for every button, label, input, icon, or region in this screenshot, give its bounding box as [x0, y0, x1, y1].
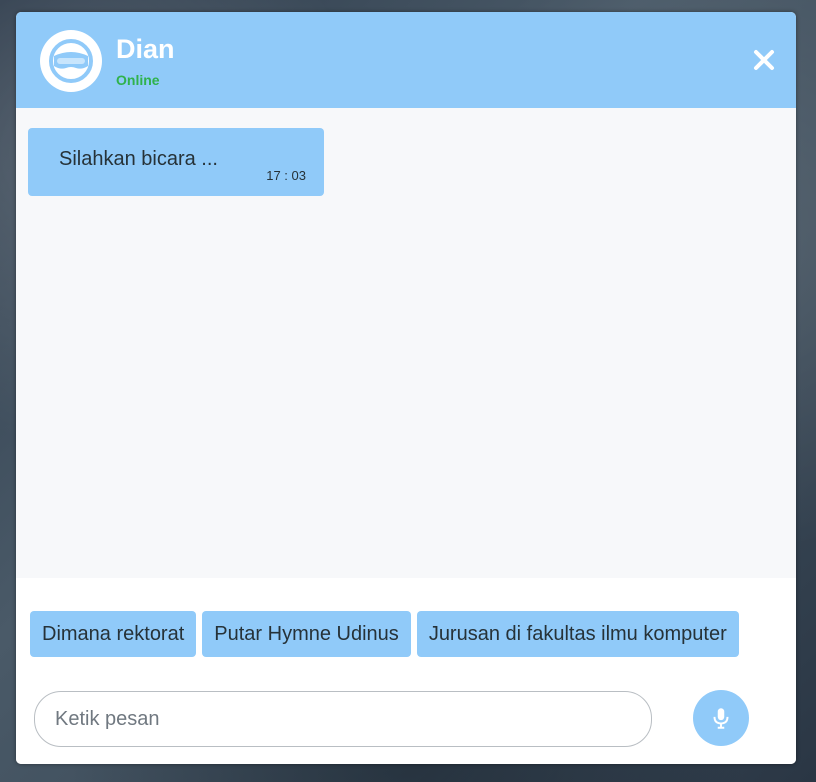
chat-header: Dian Online [16, 12, 796, 108]
message-bubble: Silahkan bicara ... 17 : 03 [28, 128, 324, 196]
suggestion-chip[interactable]: Dimana rektorat [30, 611, 197, 657]
avatar [40, 30, 102, 92]
contact-status: Online [116, 72, 160, 88]
message-input[interactable] [53, 702, 627, 736]
contact-name: Dian [116, 34, 175, 64]
microphone-button[interactable] [693, 690, 749, 746]
suggestion-chip[interactable]: Putar Hymne Udinus [202, 611, 411, 657]
message-text: Silahkan bicara ... [59, 148, 218, 170]
vr-headset-icon [49, 39, 93, 83]
close-button[interactable] [752, 48, 776, 72]
message-list: Silahkan bicara ... 17 : 03 [16, 108, 796, 578]
chat-window: Dian Online Silahkan bicara ... 17 : 03 … [16, 12, 796, 764]
suggestion-chip[interactable]: Jurusan di fakultas ilmu komputer [416, 611, 739, 657]
composer-area: Dimana rektorat Putar Hymne Udinus Jurusan… [16, 578, 796, 764]
message-time: 17 : 03 [266, 168, 306, 183]
close-icon[interactable] [752, 48, 776, 72]
microphone-icon[interactable] [708, 705, 734, 731]
message-input-wrapper [34, 691, 652, 747]
suggestion-chips: Dimana rektorat Putar Hymne Udinus Jurusan… [30, 611, 784, 659]
